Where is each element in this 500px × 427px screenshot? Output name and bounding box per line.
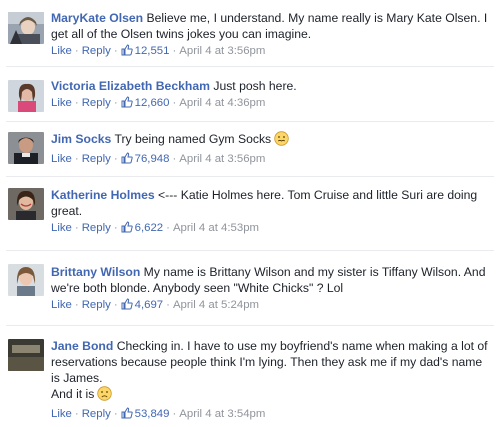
reply-link[interactable]: Reply xyxy=(82,408,111,420)
comment-actions: Like · Reply · 6,622 · April 4 at 4:53pm xyxy=(51,220,490,238)
comment-author[interactable]: Jane Bond xyxy=(51,339,113,353)
comment-author[interactable]: Victoria Elizabeth Beckham xyxy=(51,79,210,93)
like-count[interactable]: 6,622 xyxy=(135,222,164,234)
comment-text: Checking in. I have to use my boyfriend'… xyxy=(51,339,488,385)
like-link[interactable]: Like xyxy=(51,97,72,109)
reply-link[interactable]: Reply xyxy=(82,222,111,234)
avatar[interactable] xyxy=(8,339,44,371)
avatar[interactable] xyxy=(8,12,44,44)
comment-author[interactable]: Brittany Wilson xyxy=(51,265,140,279)
comment-actions: Like · Reply · 12,660 · April 4 at 4:36pm xyxy=(51,95,490,113)
grimace-emoji-icon xyxy=(274,131,289,150)
avatar[interactable] xyxy=(8,80,44,112)
thumbs-up-icon[interactable] xyxy=(121,96,133,113)
timestamp[interactable]: April 4 at 3:54pm xyxy=(179,408,265,420)
separator: · xyxy=(166,222,170,234)
separator: · xyxy=(74,97,79,109)
comment-text: Just posh here. xyxy=(213,79,297,93)
timestamp[interactable]: April 4 at 4:36pm xyxy=(179,97,265,109)
separator: · xyxy=(172,45,177,57)
separator: · xyxy=(166,299,170,311)
comment-actions: Like · Reply · 53,849 · April 4 at 3:54pm xyxy=(51,406,490,424)
separator: · xyxy=(74,299,79,311)
timestamp[interactable]: April 4 at 5:24pm xyxy=(173,299,259,311)
thumbs-up-icon[interactable] xyxy=(121,407,133,424)
timestamp[interactable]: April 4 at 3:56pm xyxy=(179,153,265,165)
avatar[interactable] xyxy=(8,188,44,220)
separator: · xyxy=(74,153,79,165)
frown-emoji-icon xyxy=(97,386,113,405)
like-link[interactable]: Like xyxy=(51,45,72,57)
comment-author[interactable]: MaryKate Olsen xyxy=(51,11,143,25)
separator: · xyxy=(172,153,177,165)
divider xyxy=(6,121,494,122)
timestamp[interactable]: April 4 at 4:53pm xyxy=(173,222,259,234)
comment-content: Jane Bond Checking in. I have to use my … xyxy=(51,338,490,405)
separator: · xyxy=(113,97,118,109)
comment-actions: Like · Reply · 12,551 · April 4 at 3:56pm xyxy=(51,43,490,61)
timestamp[interactable]: April 4 at 3:56pm xyxy=(179,45,265,57)
separator: · xyxy=(74,45,79,57)
separator: · xyxy=(113,408,118,420)
separator: · xyxy=(113,153,118,165)
reply-link[interactable]: Reply xyxy=(82,97,111,109)
avatar[interactable] xyxy=(8,132,44,164)
separator: · xyxy=(172,97,177,109)
comment-content: Katherine Holmes <--- Katie Holmes here.… xyxy=(51,187,490,219)
divider xyxy=(6,176,494,177)
like-link[interactable]: Like xyxy=(51,222,72,234)
comment-author[interactable]: Jim Socks xyxy=(51,132,111,146)
thumbs-up-icon[interactable] xyxy=(121,221,133,238)
divider xyxy=(6,325,494,326)
thumbs-up-icon[interactable] xyxy=(121,44,133,61)
reply-link[interactable]: Reply xyxy=(82,299,111,311)
comment-actions: Like · Reply · 4,697 · April 4 at 5:24pm xyxy=(51,297,490,315)
like-link[interactable]: Like xyxy=(51,299,72,311)
like-count[interactable]: 53,849 xyxy=(135,408,170,420)
like-link[interactable]: Like xyxy=(51,408,72,420)
separator: · xyxy=(113,299,118,311)
like-count[interactable]: 4,697 xyxy=(135,299,164,311)
separator: · xyxy=(74,408,79,420)
avatar[interactable] xyxy=(8,264,44,296)
comment-text-continued: And it is xyxy=(51,387,95,401)
separator: · xyxy=(113,222,118,234)
separator: · xyxy=(172,408,177,420)
comment-content: Victoria Elizabeth Beckham Just posh her… xyxy=(51,78,490,94)
thumbs-up-icon[interactable] xyxy=(121,298,133,315)
separator: · xyxy=(74,222,79,234)
comment-thread: MaryKate Olsen Believe me, I understand.… xyxy=(0,0,500,427)
comment-actions: Like · Reply · 76,948 · April 4 at 3:56pm xyxy=(51,151,490,169)
comment-content: Brittany Wilson My name is Brittany Wils… xyxy=(51,264,490,296)
comment-content: MaryKate Olsen Believe me, I understand.… xyxy=(51,10,490,42)
reply-link[interactable]: Reply xyxy=(82,45,111,57)
thumbs-up-icon[interactable] xyxy=(121,152,133,169)
divider xyxy=(6,250,494,251)
like-count[interactable]: 76,948 xyxy=(135,153,170,165)
comment-text-line2: And it is xyxy=(51,386,490,405)
like-link[interactable]: Like xyxy=(51,153,72,165)
comment-text: Try being named Gym Socks xyxy=(114,132,272,146)
comment-content: Jim Socks Try being named Gym Socks xyxy=(51,131,490,150)
separator: · xyxy=(113,45,118,57)
like-count[interactable]: 12,551 xyxy=(135,45,170,57)
comment-author[interactable]: Katherine Holmes xyxy=(51,188,155,202)
like-count[interactable]: 12,660 xyxy=(135,97,170,109)
reply-link[interactable]: Reply xyxy=(82,153,111,165)
divider xyxy=(6,66,494,67)
